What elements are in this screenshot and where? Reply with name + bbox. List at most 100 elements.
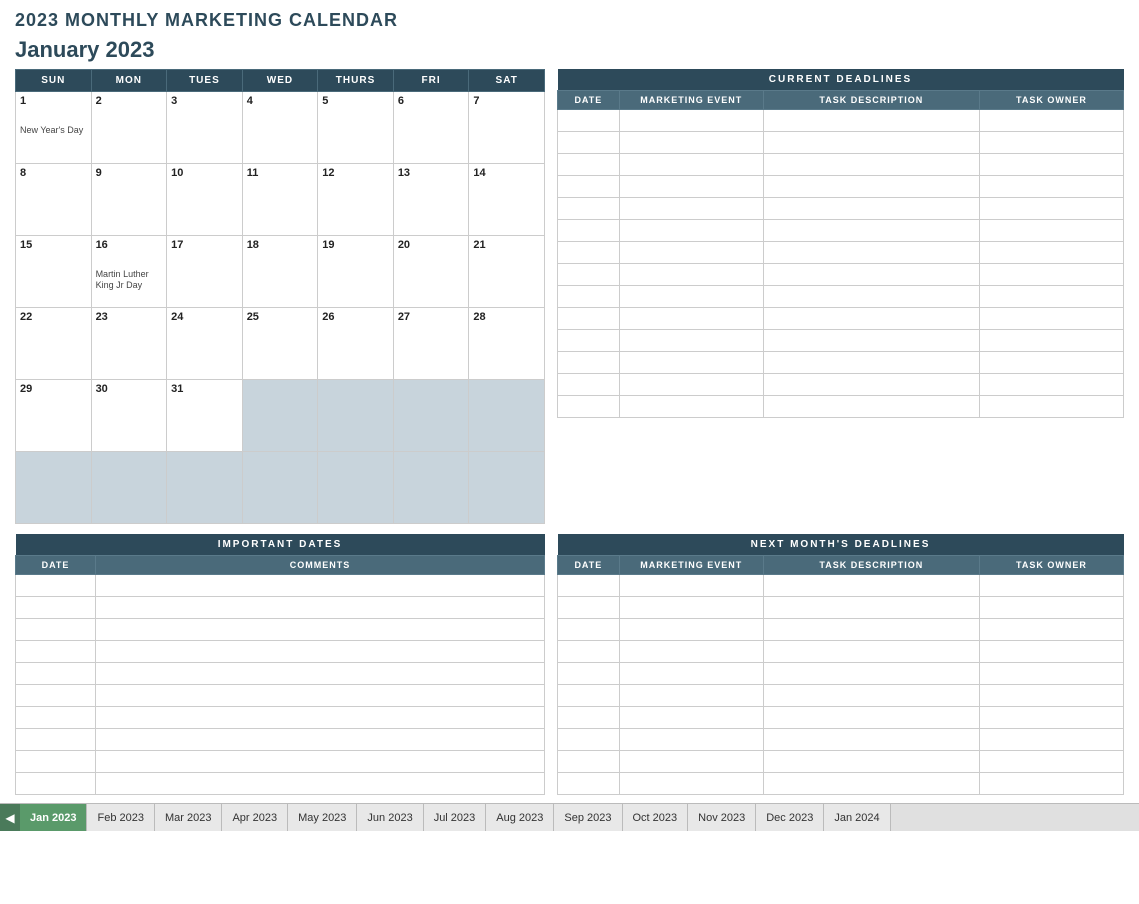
calendar-body: 1New Year's Day2345678910111213141516Mar… bbox=[16, 92, 545, 524]
important-dates-cell bbox=[16, 685, 96, 707]
deadline-cell bbox=[979, 352, 1123, 374]
table-row bbox=[16, 641, 545, 663]
tab-jan-2024[interactable]: Jan 2024 bbox=[824, 804, 890, 832]
tab-feb-2023[interactable]: Feb 2023 bbox=[87, 804, 154, 832]
deadline-cell bbox=[558, 198, 620, 220]
table-row bbox=[558, 663, 1124, 685]
table-row bbox=[558, 707, 1124, 729]
important-dates-cell bbox=[16, 575, 96, 597]
deadline-cell bbox=[619, 396, 763, 418]
calendar-day-header: TUES bbox=[167, 70, 243, 92]
tab-prev-arrow[interactable]: ◀ bbox=[0, 804, 20, 832]
next-month-cell bbox=[619, 707, 763, 729]
deadline-cell bbox=[558, 132, 620, 154]
table-row bbox=[558, 286, 1124, 308]
important-dates-cell bbox=[96, 663, 545, 685]
tab-may-2023[interactable]: May 2023 bbox=[288, 804, 357, 832]
content-area: SUNMONTUESWEDTHURSFRISAT 1New Year's Day… bbox=[15, 69, 1124, 524]
next-month-cell bbox=[979, 729, 1123, 751]
next-month-col-marketing-event: MARKETING EVENT bbox=[619, 556, 763, 575]
important-dates-cell bbox=[16, 597, 96, 619]
tab-mar-2023[interactable]: Mar 2023 bbox=[155, 804, 222, 832]
table-row bbox=[558, 198, 1124, 220]
day-number: 31 bbox=[171, 383, 183, 395]
tab-apr-2023[interactable]: Apr 2023 bbox=[222, 804, 288, 832]
day-number: 18 bbox=[247, 239, 259, 251]
day-number: 9 bbox=[96, 167, 102, 179]
day-number: 30 bbox=[96, 383, 108, 395]
day-number: 15 bbox=[20, 239, 32, 251]
tab-oct-2023[interactable]: Oct 2023 bbox=[623, 804, 689, 832]
next-month-cell bbox=[619, 663, 763, 685]
calendar-section: SUNMONTUESWEDTHURSFRISAT 1New Year's Day… bbox=[15, 69, 545, 524]
tab-aug-2023[interactable]: Aug 2023 bbox=[486, 804, 554, 832]
calendar-day-cell bbox=[469, 380, 545, 452]
next-month-cell bbox=[763, 575, 979, 597]
current-deadlines-col-task-owner: TASK OWNER bbox=[979, 91, 1123, 110]
deadline-cell bbox=[763, 374, 979, 396]
day-number: 11 bbox=[247, 167, 259, 179]
table-row bbox=[558, 374, 1124, 396]
table-row bbox=[16, 619, 545, 641]
tab-jan-2023[interactable]: Jan 2023 bbox=[20, 804, 87, 832]
next-month-cell bbox=[763, 707, 979, 729]
bottom-area: IMPORTANT DATES DATECOMMENTS NEXT MONTH'… bbox=[15, 534, 1124, 795]
important-dates-table: IMPORTANT DATES DATECOMMENTS bbox=[15, 534, 545, 795]
next-month-cell bbox=[979, 751, 1123, 773]
deadline-cell bbox=[763, 220, 979, 242]
deadline-cell bbox=[619, 264, 763, 286]
deadline-cell bbox=[619, 330, 763, 352]
next-month-cell bbox=[619, 729, 763, 751]
tab-nov-2023[interactable]: Nov 2023 bbox=[688, 804, 756, 832]
deadline-cell bbox=[619, 374, 763, 396]
calendar-week-row bbox=[16, 452, 545, 524]
calendar-day-cell bbox=[469, 452, 545, 524]
calendar-day-cell: 5 bbox=[318, 92, 394, 164]
day-number: 25 bbox=[247, 311, 259, 323]
next-month-cell bbox=[619, 619, 763, 641]
day-number: 20 bbox=[398, 239, 410, 251]
day-number: 13 bbox=[398, 167, 410, 179]
table-row bbox=[558, 751, 1124, 773]
calendar-week-row: 1516Martin Luther King Jr Day1718192021 bbox=[16, 236, 545, 308]
day-number: 8 bbox=[20, 167, 26, 179]
current-deadlines-col-headers: DATEMARKETING EVENTTASK DESCRIPTIONTASK … bbox=[558, 91, 1124, 110]
table-row bbox=[16, 575, 545, 597]
calendar-day-cell bbox=[393, 452, 469, 524]
tab-dec-2023[interactable]: Dec 2023 bbox=[756, 804, 824, 832]
next-month-cell bbox=[558, 707, 620, 729]
important-dates-cell bbox=[16, 751, 96, 773]
deadline-cell bbox=[619, 132, 763, 154]
day-number: 27 bbox=[398, 311, 410, 323]
day-number: 16 bbox=[96, 239, 108, 251]
deadline-cell bbox=[619, 286, 763, 308]
table-row bbox=[558, 396, 1124, 418]
important-dates-cell bbox=[96, 575, 545, 597]
tab-jul-2023[interactable]: Jul 2023 bbox=[424, 804, 487, 832]
deadline-cell bbox=[619, 308, 763, 330]
calendar-day-header: FRI bbox=[393, 70, 469, 92]
day-number: 4 bbox=[247, 95, 253, 107]
deadline-cell bbox=[619, 154, 763, 176]
deadline-cell bbox=[979, 286, 1123, 308]
next-month-body bbox=[558, 575, 1124, 795]
calendar-day-header: SUN bbox=[16, 70, 92, 92]
table-row bbox=[558, 352, 1124, 374]
important-dates-cell bbox=[96, 751, 545, 773]
deadline-cell bbox=[763, 110, 979, 132]
table-row bbox=[558, 685, 1124, 707]
next-month-cell bbox=[558, 575, 620, 597]
next-month-cell bbox=[558, 751, 620, 773]
deadline-cell bbox=[619, 110, 763, 132]
important-dates-cell bbox=[96, 619, 545, 641]
calendar-day-cell: 19 bbox=[318, 236, 394, 308]
calendar-day-cell bbox=[318, 452, 394, 524]
tab-sep-2023[interactable]: Sep 2023 bbox=[554, 804, 622, 832]
next-month-cell bbox=[979, 641, 1123, 663]
calendar-day-cell: 25 bbox=[242, 308, 318, 380]
calendar-day-cell: 3 bbox=[167, 92, 243, 164]
next-month-col-headers: DATEMARKETING EVENTTASK DESCRIPTIONTASK … bbox=[558, 556, 1124, 575]
day-number: 14 bbox=[473, 167, 485, 179]
tab-jun-2023[interactable]: Jun 2023 bbox=[357, 804, 423, 832]
important-dates-cell bbox=[16, 707, 96, 729]
